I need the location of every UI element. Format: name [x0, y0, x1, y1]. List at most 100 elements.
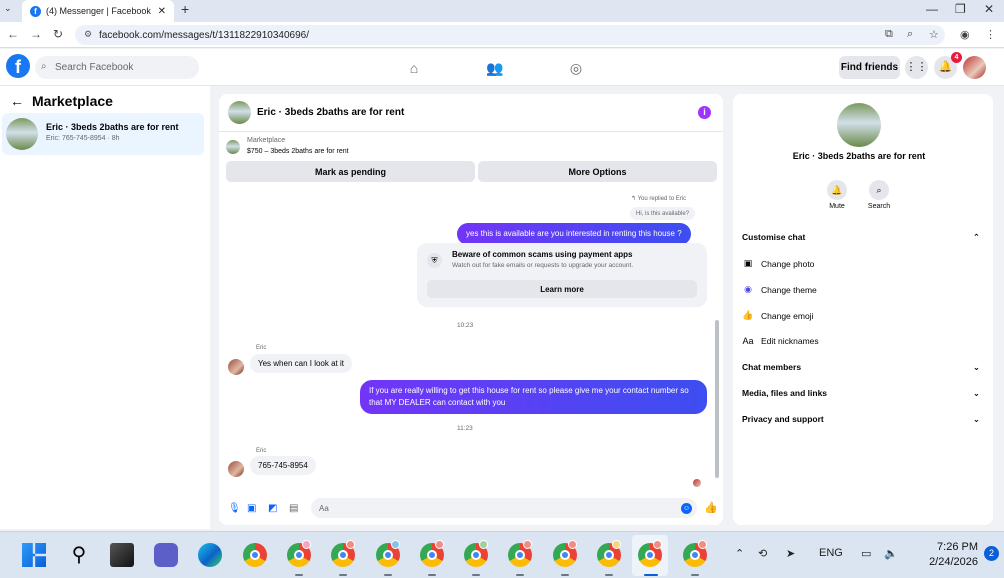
- search-icon: ⌕: [869, 180, 889, 200]
- tab-search-chevron-icon[interactable]: ⌄: [4, 3, 12, 14]
- find-friends-button[interactable]: Find friends: [839, 56, 900, 79]
- more-options-button[interactable]: More Options: [478, 161, 717, 182]
- new-tab-icon[interactable]: +: [181, 1, 189, 17]
- scrollbar-thumb[interactable]: [715, 320, 719, 478]
- network-icon[interactable]: ▭: [861, 547, 871, 560]
- quoted-message: Hi, is this available?: [630, 207, 696, 220]
- chat-title[interactable]: Eric · 3beds 2baths are for rent: [257, 107, 404, 118]
- reload-icon[interactable]: ↻: [53, 27, 63, 41]
- forward-icon[interactable]: →: [30, 27, 42, 41]
- running-indicator: [339, 574, 347, 576]
- running-indicator: [561, 574, 569, 576]
- image-icon[interactable]: ▣: [247, 503, 256, 514]
- location-arrow-icon[interactable]: ➤: [786, 547, 795, 560]
- sync-icon[interactable]: ⟲: [758, 547, 767, 560]
- chat-pane: Eric · 3beds 2baths are for rent i Marke…: [219, 94, 723, 525]
- outgoing-message[interactable]: If you are really willing to get this ho…: [360, 380, 707, 414]
- show-hidden-icons-icon[interactable]: ⌃: [735, 547, 744, 560]
- install-app-icon[interactable]: ⧉: [885, 28, 893, 41]
- incoming-message[interactable]: Yes when can I look at it: [250, 354, 352, 373]
- profile-icon[interactable]: ◉: [960, 28, 970, 41]
- search-placeholder: Search Facebook: [55, 62, 134, 73]
- nickname-icon: Aa: [742, 336, 754, 346]
- menu-grid-icon[interactable]: ⋮⋮: [905, 56, 928, 79]
- back-arrow-icon[interactable]: ←: [10, 93, 24, 109]
- conversation-preview: Eric: 765-745-8954 · 8h: [46, 135, 120, 142]
- back-icon[interactable]: ←: [7, 27, 19, 41]
- like-icon[interactable]: 👍: [704, 501, 718, 514]
- teams-icon[interactable]: [154, 543, 178, 567]
- zoom-icon[interactable]: ⌕: [907, 28, 913, 41]
- browser-tab[interactable]: f (4) Messenger | Facebook ✕: [22, 0, 174, 22]
- home-icon[interactable]: ⌂: [404, 58, 424, 78]
- mark-as-pending-button[interactable]: Mark as pending: [226, 161, 475, 182]
- profile-badge-icon: [302, 540, 311, 549]
- conversation-name: Eric · 3beds 2baths are for rent: [46, 122, 179, 132]
- restore-icon[interactable]: ❐: [955, 2, 966, 16]
- change-theme-item[interactable]: ◉ Change theme: [742, 284, 817, 295]
- chat-scrollbar[interactable]: [713, 190, 721, 487]
- media-files-links-section[interactable]: Media, files and links ⌄: [742, 388, 980, 399]
- edit-nicknames-item[interactable]: Aa Edit nicknames: [742, 336, 818, 346]
- minimize-icon[interactable]: —: [926, 2, 938, 16]
- listing-price[interactable]: $750 – 3beds 2baths are for rent: [247, 148, 349, 155]
- emoji-icon[interactable]: ☺: [681, 503, 692, 514]
- close-tab-icon[interactable]: ✕: [158, 6, 166, 17]
- sender-name: Eric: [256, 448, 267, 454]
- theme-icon: ◉: [744, 284, 752, 294]
- privacy-support-section[interactable]: Privacy and support ⌄: [742, 414, 980, 425]
- incoming-message[interactable]: 765-745-8954: [250, 456, 316, 475]
- eric-avatar[interactable]: [228, 461, 244, 477]
- details-name: Eric · 3beds 2baths are for rent: [792, 151, 926, 161]
- learn-more-button[interactable]: Learn more: [427, 280, 697, 298]
- running-indicator: [428, 574, 436, 576]
- tab-title: (4) Messenger | Facebook: [46, 6, 151, 16]
- chevron-down-icon: ⌄: [972, 388, 980, 398]
- friends-icon[interactable]: 👥: [485, 58, 505, 78]
- url-field[interactable]: ⚙ facebook.com/messages/t/13118229103406…: [75, 25, 945, 45]
- volume-icon[interactable]: 🔈: [884, 547, 898, 560]
- customise-chat-section[interactable]: Customise chat ⌃: [742, 232, 980, 243]
- chat-members-section[interactable]: Chat members ⌄: [742, 362, 980, 373]
- message-input[interactable]: Aa: [311, 498, 697, 518]
- marketplace-label: Marketplace: [247, 137, 286, 144]
- start-windows-icon[interactable]: [22, 543, 46, 567]
- edge-icon[interactable]: [198, 543, 222, 567]
- clock-time: 7:26 PM: [937, 541, 978, 553]
- sticker-icon[interactable]: ◩: [268, 503, 277, 514]
- chat-thumbnail[interactable]: [228, 101, 251, 124]
- bookmark-star-icon[interactable]: ☆: [929, 28, 939, 41]
- gif-icon[interactable]: ▤: [289, 503, 298, 514]
- account-avatar[interactable]: [963, 56, 986, 79]
- url-text: facebook.com/messages/t/1311822910340696…: [99, 29, 309, 41]
- language-indicator[interactable]: ENG: [819, 547, 843, 559]
- page-scrollbar[interactable]: [996, 93, 1002, 531]
- change-photo-item[interactable]: ▣ Change photo: [742, 258, 815, 269]
- taskbar-search-icon[interactable]: ⚲: [67, 543, 91, 567]
- close-window-icon[interactable]: ✕: [984, 2, 994, 16]
- change-emoji-item[interactable]: 👍 Change emoji: [742, 310, 813, 321]
- info-icon[interactable]: i: [698, 106, 711, 119]
- search-button[interactable]: ⌕ Search: [859, 180, 899, 210]
- microphone-icon[interactable]: 🎙: [228, 503, 241, 514]
- sidebar-header: ← Marketplace: [10, 93, 113, 109]
- chrome-icon[interactable]: [243, 543, 267, 567]
- notification-center-badge[interactable]: 2: [984, 546, 999, 561]
- outgoing-message[interactable]: yes this is available are you interested…: [457, 223, 691, 245]
- eric-avatar[interactable]: [228, 359, 244, 375]
- running-indicator: [472, 574, 480, 576]
- facebook-search-input[interactable]: ⌕ Search Facebook: [35, 56, 199, 79]
- groups-icon[interactable]: ◎: [566, 58, 586, 78]
- site-info-icon[interactable]: ⚙: [84, 29, 92, 40]
- timestamp: 11:23: [457, 425, 473, 432]
- chevron-up-icon: ⌃: [972, 232, 980, 242]
- browser-menu-icon[interactable]: ⋮: [985, 28, 996, 41]
- mute-label: Mute: [829, 203, 845, 210]
- profile-badge-icon: [391, 540, 400, 549]
- mute-button[interactable]: 🔔 Mute: [817, 180, 857, 210]
- conversation-item[interactable]: Eric · 3beds 2baths are for rent Eric: 7…: [2, 113, 204, 155]
- task-view-icon[interactable]: [110, 543, 134, 567]
- system-clock[interactable]: 7:26 PM 2/24/2026: [912, 540, 978, 570]
- facebook-logo-icon[interactable]: f: [6, 54, 30, 78]
- conversation-sidebar: ← Marketplace Eric · 3beds 2baths are fo…: [0, 86, 210, 529]
